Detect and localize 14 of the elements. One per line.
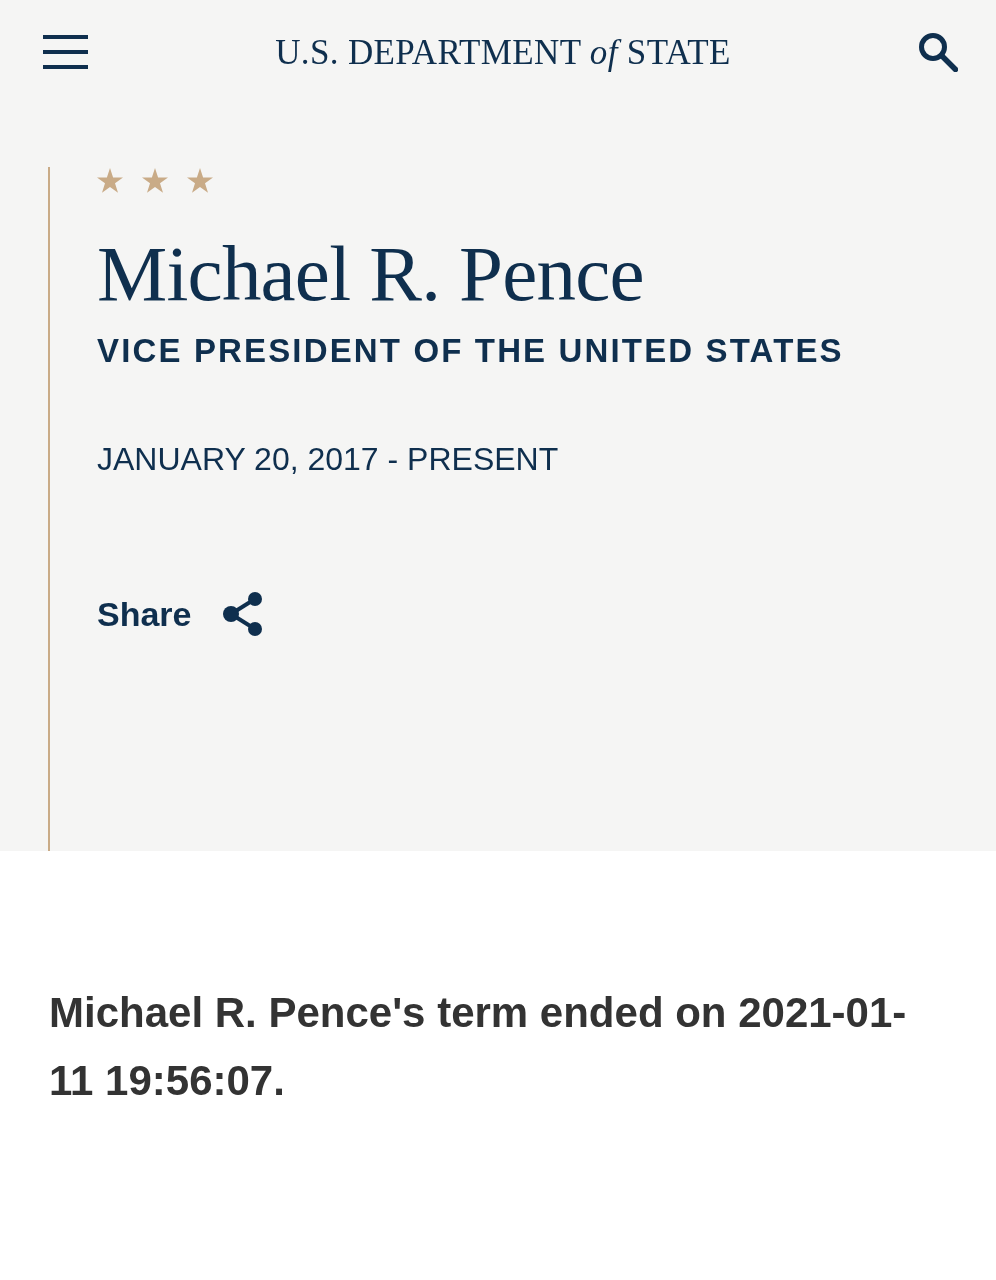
menu-button[interactable] <box>43 35 88 69</box>
share-icon <box>222 592 263 636</box>
search-icon <box>918 32 958 72</box>
position-title: VICE PRESIDENT OF THE UNITED STATES <box>97 334 844 367</box>
term-notice: Michael R. Pence's term ended on 2021-01-11 19:56:07. <box>49 988 908 1106</box>
share-button[interactable]: Share <box>97 592 263 636</box>
search-button[interactable] <box>918 32 958 72</box>
star-icon <box>97 168 123 193</box>
star-icon <box>187 168 213 193</box>
logo-text[interactable]: U.S. DEPARTMENT of STATE <box>275 34 731 70</box>
star-icon <box>142 168 168 193</box>
term-dates: JANUARY 20, 2017 - PRESENT <box>97 443 559 475</box>
menu-icon <box>43 35 88 69</box>
person-name: Michael R. Pence <box>97 234 644 313</box>
